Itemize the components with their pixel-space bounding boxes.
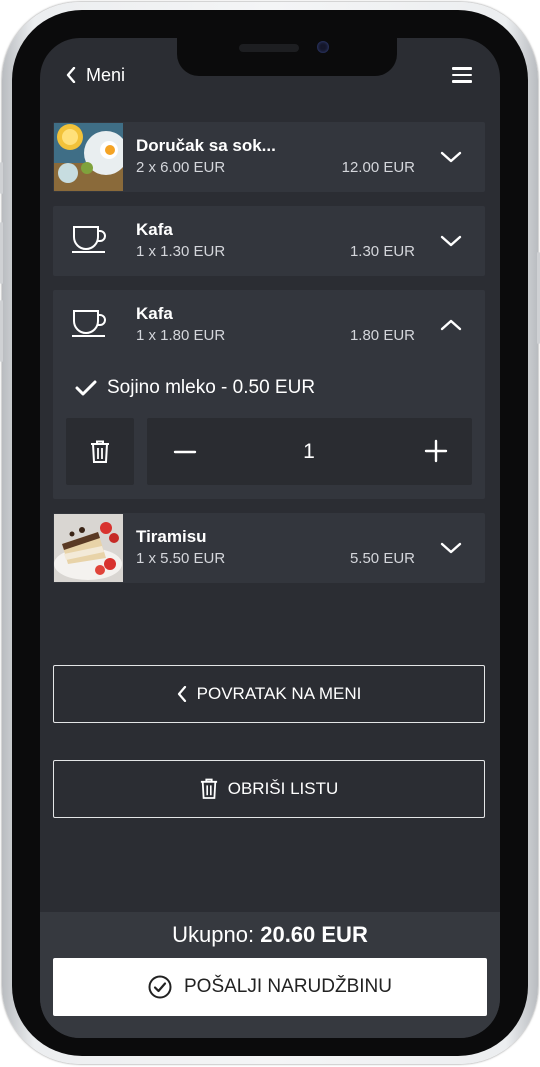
item-quantity-price: 1 x 5.50 EUR: [136, 550, 226, 567]
food-thumbnail: [54, 123, 123, 191]
selected-option: Sojino mleko - 0.50 EUR: [75, 377, 315, 399]
phone-volume-up-button: [0, 222, 3, 284]
item-title: Kafa: [136, 304, 173, 323]
item-quantity-price: 1 x 1.30 EUR: [136, 243, 226, 260]
send-order-button[interactable]: POŠALJI NARUDŽBINU: [53, 958, 487, 1016]
food-thumbnail: [54, 514, 123, 582]
order-footer: Ukupno: 20.60 EUR POŠALJI NARUDŽBINU: [40, 912, 500, 1038]
hamburger-menu-icon[interactable]: [452, 67, 472, 83]
total-label: Ukupno:: [172, 922, 255, 947]
cart-item[interactable]: Tiramisu 1 x 5.50 EUR 5.50 EUR: [53, 513, 485, 583]
order-total: Ukupno: 20.60 EUR: [40, 922, 500, 948]
clear-list-label: OBRIŠI LISTU: [227, 779, 339, 798]
send-order-label: POŠALJI NARUDŽBINU: [184, 976, 392, 997]
phone-volume-down-button: [0, 300, 3, 362]
trash-icon: [200, 778, 217, 799]
coffee-cup-icon: [72, 310, 106, 337]
plus-icon[interactable]: [423, 438, 449, 464]
chevron-left-icon: [177, 686, 186, 702]
item-quantity-price: 1 x 1.80 EUR: [136, 327, 226, 344]
quantity-stepper: 1: [147, 418, 472, 485]
check-icon: [75, 380, 97, 396]
chevron-down-icon[interactable]: [440, 234, 462, 248]
app-screen: Meni Doručak sa sok... 2 x 6.00 EUR 12.0…: [40, 38, 500, 1038]
item-title: Tiramisu: [136, 527, 207, 546]
cart-item[interactable]: Kafa 1 x 1.30 EUR 1.30 EUR: [53, 206, 485, 276]
option-label: Sojino mleko - 0.50 EUR: [107, 377, 316, 398]
coffee-cup-icon: [72, 226, 106, 253]
back-label: Meni: [86, 64, 126, 85]
item-title: Doručak sa sok...: [136, 136, 276, 155]
item-total: 1.30 EUR: [349, 243, 415, 260]
check-circle-icon: [148, 975, 172, 999]
chevron-down-icon[interactable]: [440, 541, 462, 555]
back-to-menu-link[interactable]: Meni: [66, 62, 125, 88]
back-to-menu-button[interactable]: POVRATAK NA MENI: [53, 665, 485, 723]
speaker-grille: [239, 44, 299, 52]
back-to-menu-label: POVRATAK NA MENI: [196, 684, 362, 703]
cart-item-expanded[interactable]: Kafa 1 x 1.80 EUR 1.80 EUR Sojino mleko …: [53, 290, 485, 499]
item-title: Kafa: [136, 220, 173, 239]
cart-item[interactable]: Doručak sa sok... 2 x 6.00 EUR 12.00 EUR: [53, 122, 485, 192]
item-total: 12.00 EUR: [341, 159, 415, 176]
item-total: 1.80 EUR: [349, 327, 415, 344]
chevron-down-icon[interactable]: [440, 150, 462, 164]
chevron-left-icon: [66, 67, 76, 83]
minus-icon[interactable]: [171, 442, 201, 462]
phone-mute-switch: [0, 162, 3, 194]
phone-notch: [177, 36, 397, 76]
item-total: 5.50 EUR: [349, 550, 415, 567]
front-camera: [317, 41, 329, 53]
total-value: 20.60 EUR: [260, 922, 368, 947]
trash-icon: [91, 440, 109, 463]
remove-item-button[interactable]: [66, 418, 134, 485]
item-quantity-price: 2 x 6.00 EUR: [136, 159, 226, 176]
clear-list-button[interactable]: OBRIŠI LISTU: [53, 760, 485, 818]
quantity-value: 1: [303, 440, 315, 463]
chevron-up-icon[interactable]: [440, 318, 462, 332]
